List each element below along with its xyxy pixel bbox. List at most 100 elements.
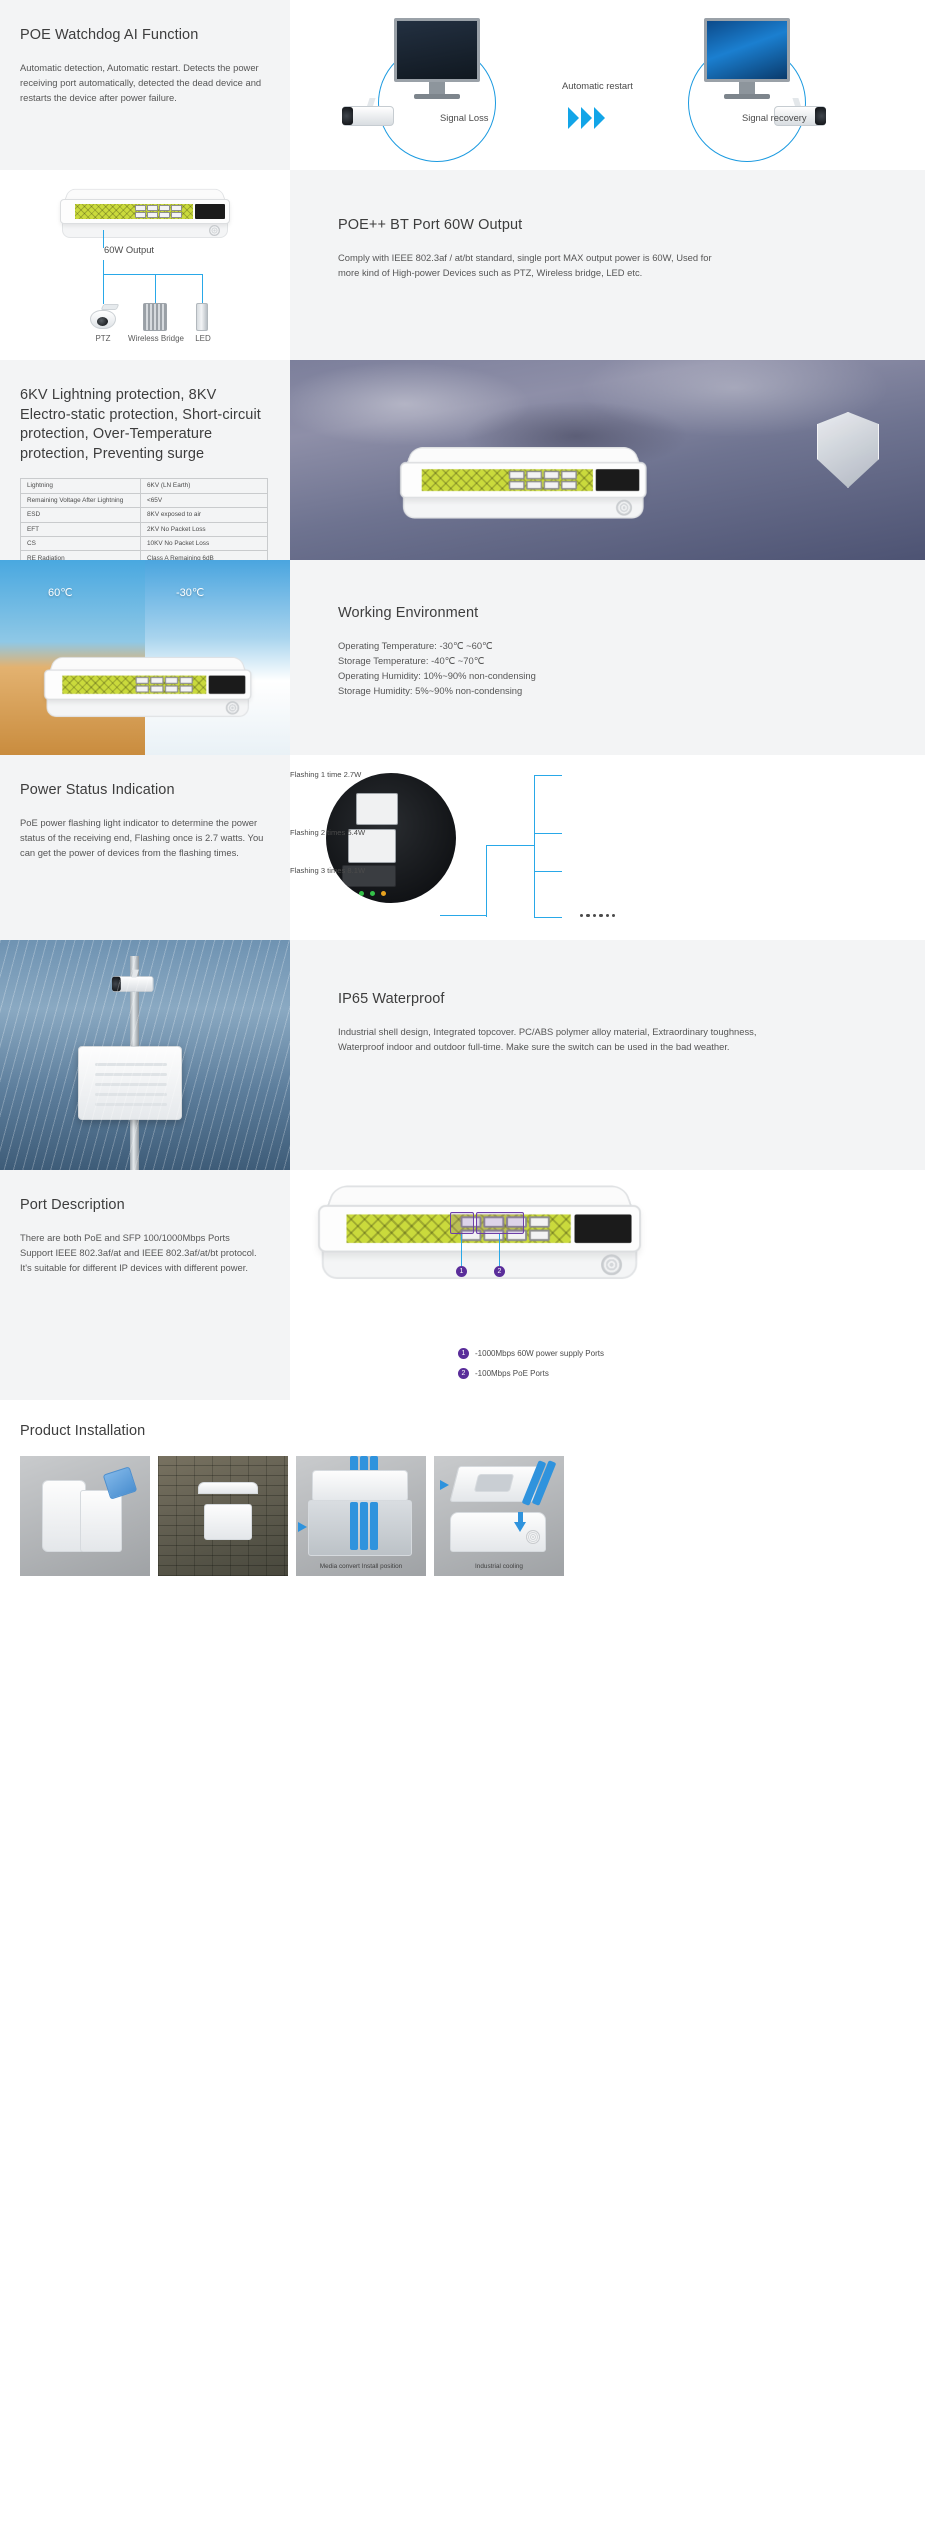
connector-line <box>534 871 562 873</box>
installation-gallery: Media convert Install position Industria… <box>20 1455 905 1576</box>
port-closeup-photo <box>326 773 456 903</box>
legend-text-2: -100Mbps PoE Ports <box>475 1369 549 1378</box>
connector-line <box>103 274 202 276</box>
bt-title: POE++ BT Port 60W Output <box>338 217 523 233</box>
spec-value: <65V <box>140 492 268 509</box>
ellipsis-dot <box>592 914 597 918</box>
connector-line <box>534 775 562 777</box>
protection-spec-table: Lightning 6KV (LN Earth) Remaining Voltage… <box>20 478 268 560</box>
connector-line <box>440 915 486 917</box>
table-row: RE Radiation Class A Remaining 6dB <box>20 550 268 560</box>
bt-text-pane: POE++ BT Port 60W Output Comply with IEE… <box>290 170 925 360</box>
waterproof-image-pane <box>0 940 290 1170</box>
installation-title: Product Installation <box>20 1423 146 1439</box>
connector-line <box>155 274 157 303</box>
label-flash-1: Flashing 1 time 2.7W <box>290 770 362 779</box>
label-flash-2: Flashing 2 times 5.4W <box>290 828 366 837</box>
cooling-fan-icon <box>526 1529 540 1544</box>
port-desc-text-pane: Port Description There are both PoE and … <box>0 1170 290 1400</box>
port-desc-body: There are both PoE and SFP 100/1000Mbps … <box>20 1231 257 1274</box>
section-bt-60w-output: 60W Output PTZ Wireless Bridge LED POE++… <box>0 170 925 360</box>
bullet-camera-icon <box>342 98 400 128</box>
legend-item-2: 2 -100Mbps PoE Ports <box>458 1368 549 1379</box>
section-poe-watchdog: POE Watchdog AI Function Automatic detec… <box>0 0 925 170</box>
poe-switch-illustration <box>318 1184 641 1287</box>
installation-image-1 <box>20 1455 150 1576</box>
label-signal-loss: Signal Loss <box>440 112 489 123</box>
flash-ellipsis-dots <box>580 914 616 918</box>
section-working-environment: 60℃ -30℃ Working Environment Operating T… <box>0 560 925 755</box>
spec-value: 10KV No Packet Loss <box>140 535 268 552</box>
connector-line <box>202 274 204 303</box>
working-env-lines: Operating Temperature: -30℃ ~60℃ Storage … <box>338 638 885 699</box>
spec-key: Remaining Voltage After Lightning <box>20 492 141 509</box>
spec-key: EFT <box>20 521 141 537</box>
label-device-wireless-bridge: Wireless Bridge <box>127 334 184 343</box>
power-status-title: Power Status Indication <box>20 782 175 798</box>
legend-text-1: -1000Mbps 60W power supply Ports <box>475 1349 604 1358</box>
legend-badge-2: 2 <box>458 1368 469 1379</box>
label-device-ptz: PTZ <box>95 334 111 343</box>
section-ip65-waterproof: IP65 Waterproof Industrial shell design,… <box>0 940 925 1170</box>
power-status-text-pane: Power Status Indication PoE power flashi… <box>0 755 290 940</box>
bt-body: Comply with IEEE 802.3af / at/bt standar… <box>338 251 712 278</box>
watchdog-title: POE Watchdog AI Function <box>20 27 199 43</box>
working-env-line-3: Operating Humidity: 10%~90% non-condensi… <box>338 670 536 682</box>
status-led-row <box>348 891 386 896</box>
installation-caption-3: Media convert Install position <box>319 1562 403 1570</box>
switch-base <box>62 222 228 238</box>
down-arrow-icon <box>514 1521 526 1532</box>
section-protection: 6KV Lightning protection, 8KV Electro-st… <box>0 360 925 560</box>
legend-badge-1: 1 <box>458 1348 469 1359</box>
badge-1: 1 <box>456 1266 467 1277</box>
table-row: ESD 8KV exposed to air <box>20 507 268 523</box>
waterproof-title: IP65 Waterproof <box>338 991 445 1007</box>
connector-line <box>103 274 105 304</box>
flash-diagram: Flashing 1 time 2.7W Flashing 2 times 5.… <box>290 755 925 940</box>
port-diagram: 1 2 1 -1000Mbps 60W power supply Ports 2… <box>290 1170 925 1400</box>
switch-front-face <box>60 199 230 224</box>
label-temp-cold: -30℃ <box>176 587 205 599</box>
waterproof-text-pane: IP65 Waterproof Industrial shell design,… <box>290 940 925 1170</box>
rain-streaks <box>0 940 290 1170</box>
switch-port-array <box>135 205 182 218</box>
legend-item-1: 1 -1000Mbps 60W power supply Ports <box>458 1348 604 1359</box>
port-desc-title: Port Description <box>20 1197 125 1213</box>
table-row: Lightning 6KV (LN Earth) <box>20 478 268 494</box>
connector-line <box>461 1234 463 1266</box>
camera-lens <box>342 107 353 125</box>
ellipsis-dot <box>611 914 616 918</box>
table-row: EFT 2KV No Packet Loss <box>20 521 268 537</box>
monitor-stand <box>739 82 755 94</box>
section-port-description: Port Description There are both PoE and … <box>0 1170 925 1400</box>
working-env-line-4: Storage Humidity: 5%~90% non-condensing <box>338 685 523 697</box>
label-temp-hot: 60℃ <box>48 587 73 599</box>
highlight-100mbps-ports <box>476 1212 524 1234</box>
loading-spinner-icon <box>533 59 555 81</box>
installation-image-2 <box>158 1455 288 1576</box>
connector-line <box>534 917 562 919</box>
highlight-1000mbps-ports <box>450 1212 474 1234</box>
storm-photo <box>290 360 925 560</box>
watchdog-body: Automatic detection, Automatic restart. … <box>20 61 262 104</box>
working-env-text-pane: Working Environment Operating Temperatur… <box>290 560 925 755</box>
section-product-installation: Product Installation Media convert Insta… <box>0 1400 925 1600</box>
label-flash-3: Flashing 3 times 8.1W <box>290 866 366 875</box>
spec-value: Class A Remaining 6dB <box>140 550 268 560</box>
connector-line <box>103 260 105 274</box>
connector-line <box>534 833 562 835</box>
power-status-image-pane: Flashing 1 time 2.7W Flashing 2 times 5.… <box>290 755 925 940</box>
spec-key: CS <box>20 535 141 552</box>
monitor-stand <box>429 82 445 94</box>
switch-black-panel <box>195 204 225 219</box>
connector-line <box>486 845 534 847</box>
installation-image-4: Industrial cooling <box>434 1455 564 1576</box>
rain-photo <box>0 940 290 1170</box>
section-power-status: Power Status Indication PoE power flashi… <box>0 755 925 940</box>
ellipsis-dot <box>605 914 609 918</box>
enclosure-front <box>80 1489 122 1552</box>
spec-key: RE Radiation <box>20 550 141 560</box>
climate-image-pane: 60℃ -30℃ <box>0 560 290 755</box>
protection-text-pane: 6KV Lightning protection, 8KV Electro-st… <box>0 360 290 560</box>
label-device-led: LED <box>195 334 211 343</box>
